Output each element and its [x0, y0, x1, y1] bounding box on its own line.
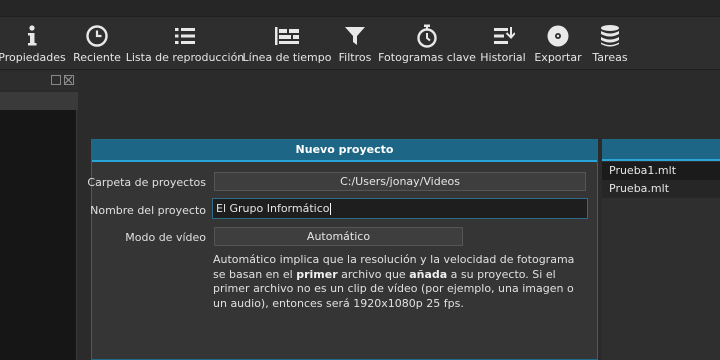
text-caret	[330, 203, 332, 215]
close-icon[interactable]	[64, 75, 74, 85]
main-toolbar: Propiedades Reciente Lista de reproducci…	[0, 17, 720, 69]
toolbar-label: Filtros	[338, 51, 372, 64]
filter-icon	[344, 23, 366, 49]
video-mode-description: Automático implica que la resolución y l…	[213, 253, 575, 310]
toolbar-button-properties[interactable]: Propiedades	[0, 17, 66, 69]
toolbar-label: Exportar	[534, 51, 582, 64]
disc-icon	[546, 23, 570, 49]
clock-icon	[85, 23, 109, 49]
toolbar-button-export[interactable]: Exportar	[534, 17, 582, 69]
toolbar-divider	[0, 69, 720, 70]
info-icon	[22, 23, 42, 49]
project-folder-button[interactable]: C:/Users/jonay/Videos	[214, 172, 586, 191]
video-mode-label: Modo de vídeo	[125, 231, 206, 244]
toolbar-label: Línea de tiempo	[242, 51, 332, 64]
toolbar-label: Lista de reproducción	[125, 51, 245, 64]
stopwatch-icon	[415, 23, 439, 49]
history-icon	[491, 23, 515, 49]
toolbar-button-timeline[interactable]: Línea de tiempo	[243, 17, 332, 69]
database-icon	[599, 23, 621, 49]
left-dock-panel	[0, 72, 78, 360]
project-name-label: Nombre del proyecto	[90, 204, 206, 217]
toolbar-label: Fotogramas clave	[378, 51, 476, 64]
toolbar-button-filters[interactable]: Filtros	[336, 17, 374, 69]
toolbar-label: Reciente	[73, 51, 121, 64]
toolbar-label: Tareas	[592, 51, 628, 64]
panel-body	[0, 110, 77, 360]
project-name-input[interactable]: El Grupo Informático	[212, 198, 588, 219]
toolbar-button-playlist[interactable]: Lista de reproducción	[126, 17, 244, 69]
toolbar-button-history[interactable]: Historial	[480, 17, 526, 69]
recent-projects-panel: Prueba1.mlt Prueba.mlt	[602, 139, 720, 360]
new-project-dialog: Nuevo proyecto Carpeta de proyectos C:/U…	[87, 139, 598, 360]
project-folder-label: Carpeta de proyectos	[87, 176, 206, 189]
toolbar-button-recent[interactable]: Reciente	[72, 17, 122, 69]
video-mode-button[interactable]: Automático	[214, 227, 463, 246]
list-icon	[174, 23, 196, 49]
list-item[interactable]: Prueba1.mlt	[602, 162, 720, 180]
recent-projects-header	[602, 139, 720, 161]
panel-bar	[0, 92, 78, 110]
panel-header	[0, 72, 78, 90]
list-item[interactable]: Prueba.mlt	[602, 180, 720, 198]
toolbar-label: Historial	[480, 51, 526, 64]
toolbar-label: Propiedades	[0, 51, 66, 64]
toolbar-button-jobs[interactable]: Tareas	[590, 17, 630, 69]
float-icon[interactable]	[51, 75, 61, 85]
menu-strip	[0, 0, 720, 17]
toolbar-button-keyframes[interactable]: Fotogramas clave	[378, 17, 476, 69]
timeline-icon	[274, 23, 300, 49]
dialog-title: Nuevo proyecto	[92, 140, 597, 162]
